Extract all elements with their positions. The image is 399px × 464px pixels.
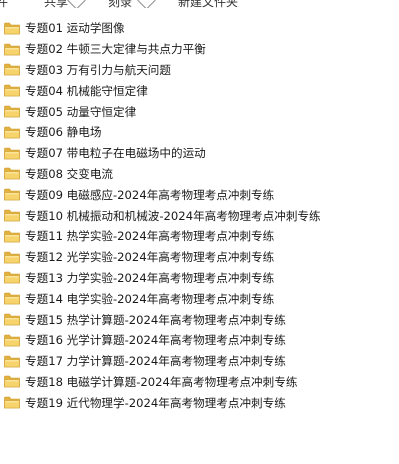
file-row[interactable]: 专题02 牛顿三大定律与共点力平衡: [0, 39, 399, 60]
file-name: 专题18 电磁学计算题-2024年高考物理考点冲刺专练: [25, 374, 298, 389]
folder-icon: [4, 313, 20, 326]
folder-icon: [4, 105, 20, 118]
file-row[interactable]: 专题13 力学实验-2024年高考物理考点冲刺专练: [0, 268, 399, 289]
file-name: 专题05 动量守恒定律: [25, 104, 137, 119]
chevron-down-icon[interactable]: [67, 0, 86, 8]
file-name: 专题03 万有引力与航天问题: [25, 62, 171, 77]
file-row[interactable]: 专题15 热学计算题-2024年高考物理考点冲刺专练: [0, 309, 399, 330]
file-row[interactable]: 专题14 电学实验-2024年高考物理考点冲刺专练: [0, 288, 399, 309]
file-row[interactable]: 专题06 静电场: [0, 122, 399, 143]
file-name: 专题11 热学实验-2024年高考物理考点冲刺专练: [25, 229, 275, 244]
file-row[interactable]: 专题12 光学实验-2024年高考物理考点冲刺专练: [0, 247, 399, 268]
file-name: 专题07 带电粒子在电磁场中的运动: [25, 146, 206, 161]
folder-icon: [4, 84, 20, 97]
file-name: 专题16 光学计算题-2024年高考物理考点冲刺专练: [25, 333, 286, 348]
file-row[interactable]: 专题16 光学计算题-2024年高考物理考点冲刺专练: [0, 330, 399, 351]
folder-icon: [4, 167, 20, 180]
file-row[interactable]: 专题10 机械振动和机械波-2024年高考物理考点冲刺专练: [0, 205, 399, 226]
folder-icon: [4, 230, 20, 243]
file-row[interactable]: 专题11 热学实验-2024年高考物理考点冲刺专练: [0, 226, 399, 247]
file-row[interactable]: 专题05 动量守恒定律: [0, 101, 399, 122]
toolbar-item-file[interactable]: 件: [0, 0, 8, 8]
folder-icon: [4, 271, 20, 284]
folder-icon: [4, 355, 20, 368]
toolbar-item-burn[interactable]: 刻录: [108, 0, 132, 8]
toolbar-item-new-folder[interactable]: 新建文件夹: [178, 0, 238, 8]
file-name: 专题08 交变电流: [25, 166, 114, 181]
folder-icon: [4, 147, 20, 160]
file-row[interactable]: 专题18 电磁学计算题-2024年高考物理考点冲刺专练: [0, 372, 399, 393]
file-name: 专题09 电磁感应-2024年高考物理考点冲刺专练: [25, 187, 275, 202]
folder-icon: [4, 43, 20, 56]
file-row[interactable]: 专题17 力学计算题-2024年高考物理考点冲刺专练: [0, 351, 399, 372]
file-name: 专题04 机械能守恒定律: [25, 83, 148, 98]
folder-icon: [4, 126, 20, 139]
file-name: 专题02 牛顿三大定律与共点力平衡: [25, 42, 206, 57]
chevron-down-icon[interactable]: [137, 0, 156, 8]
folder-icon: [4, 63, 20, 76]
folder-icon: [4, 188, 20, 201]
file-name: 专题01 运动学图像: [25, 21, 125, 36]
file-row[interactable]: 专题01 运动学图像: [0, 18, 399, 39]
file-name: 专题19 近代物理学-2024年高考物理考点冲刺专练: [25, 395, 286, 410]
file-row[interactable]: 专题09 电磁感应-2024年高考物理考点冲刺专练: [0, 184, 399, 205]
file-row[interactable]: 专题07 带电粒子在电磁场中的运动: [0, 143, 399, 164]
toolbar-item-share[interactable]: 共享: [44, 0, 68, 8]
folder-icon: [4, 22, 20, 35]
toolbar: 件 共享 刻录 新建文件夹: [0, 0, 399, 8]
file-row[interactable]: 专题08 交变电流: [0, 164, 399, 185]
file-name: 专题10 机械振动和机械波-2024年高考物理考点冲刺专练: [25, 208, 321, 223]
file-name: 专题06 静电场: [25, 125, 102, 140]
file-name: 专题12 光学实验-2024年高考物理考点冲刺专练: [25, 250, 275, 265]
folder-icon: [4, 334, 20, 347]
file-name: 专题15 热学计算题-2024年高考物理考点冲刺专练: [25, 312, 286, 327]
folder-icon: [4, 396, 20, 409]
file-list: 专题01 运动学图像专题02 牛顿三大定律与共点力平衡 专题03 万有引力与航天问…: [0, 18, 399, 413]
file-row[interactable]: 专题19 近代物理学-2024年高考物理考点冲刺专练: [0, 392, 399, 413]
folder-icon: [4, 375, 20, 388]
file-row[interactable]: 专题04 机械能守恒定律: [0, 80, 399, 101]
file-row[interactable]: 专题03 万有引力与航天问题: [0, 60, 399, 81]
file-name: 专题17 力学计算题-2024年高考物理考点冲刺专练: [25, 354, 286, 369]
folder-icon: [4, 209, 20, 222]
file-name: 专题14 电学实验-2024年高考物理考点冲刺专练: [25, 291, 275, 306]
folder-icon: [4, 292, 20, 305]
folder-icon: [4, 251, 20, 264]
file-name: 专题13 力学实验-2024年高考物理考点冲刺专练: [25, 270, 275, 285]
